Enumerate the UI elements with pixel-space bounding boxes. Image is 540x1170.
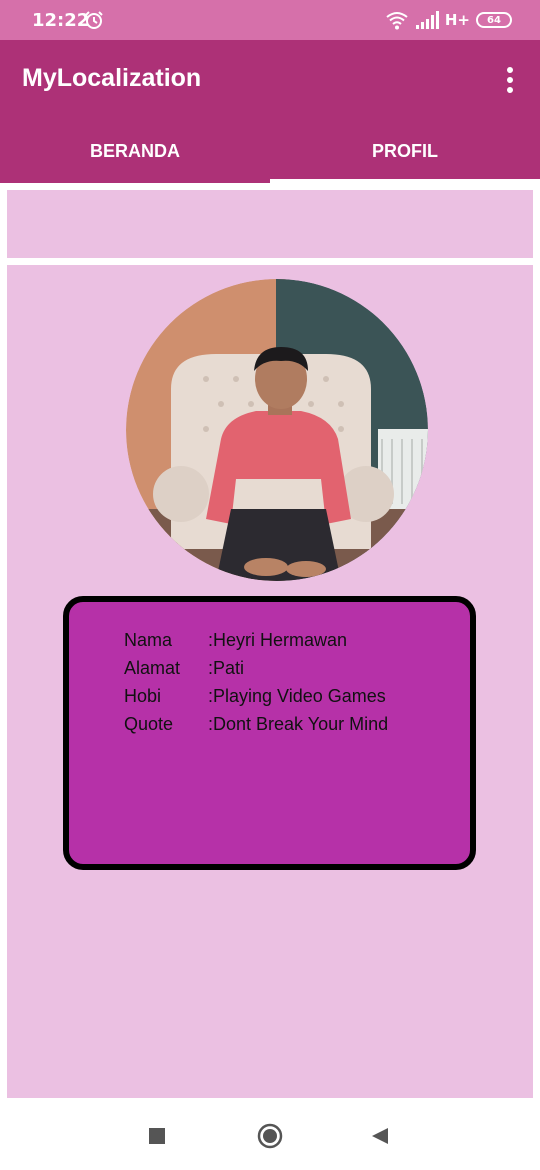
profile-photo: [126, 279, 428, 581]
info-row-quote: Quote :Dont Break Your Mind: [124, 710, 388, 738]
tab-profil[interactable]: PROFIL: [270, 120, 540, 183]
info-label: Hobi: [124, 685, 162, 706]
home-icon: [257, 1123, 283, 1149]
status-icons: H+ 64: [385, 9, 512, 31]
network-type-label: H+: [444, 11, 470, 29]
system-nav-bar: [0, 1098, 540, 1170]
info-value: :Heyri Hermawan: [208, 629, 348, 650]
info-value: :Pati: [208, 657, 245, 678]
info-value: :Dont Break Your Mind: [208, 713, 389, 734]
info-label: Quote: [124, 713, 174, 734]
profile-panel: Nama :Heyri Hermawan Alamat :Pati Hobi :…: [7, 265, 533, 1098]
status-time: 12:22: [32, 10, 90, 31]
profile-info-card: Nama :Heyri Hermawan Alamat :Pati Hobi :…: [63, 596, 476, 870]
top-panel: [7, 190, 533, 258]
home-button[interactable]: [256, 1122, 284, 1150]
info-label: Nama: [124, 629, 173, 650]
info-row-nama: Nama :Heyri Hermawan: [124, 626, 388, 654]
info-row-alamat: Alamat :Pati: [124, 654, 388, 682]
tab-bar: BERANDA PROFIL: [0, 120, 540, 183]
recent-apps-icon: [149, 1128, 165, 1144]
info-value: :Playing Video Games: [208, 685, 386, 706]
info-label: Alamat: [124, 657, 181, 678]
app-title: MyLocalization: [22, 64, 202, 92]
info-row-hobi: Hobi :Playing Video Games: [124, 682, 388, 710]
recent-apps-button[interactable]: [143, 1122, 171, 1150]
signal-icon: [415, 11, 439, 29]
app-bar: MyLocalization: [0, 40, 540, 120]
battery-icon: 64: [476, 12, 512, 28]
tab-beranda[interactable]: BERANDA: [0, 120, 270, 183]
alarm-icon: [85, 11, 103, 29]
status-bar: 12:22 H+ 64: [0, 0, 540, 40]
back-icon: [372, 1128, 388, 1144]
back-button[interactable]: [366, 1122, 394, 1150]
content-area: Nama :Heyri Hermawan Alamat :Pati Hobi :…: [0, 183, 540, 1098]
battery-level: 64: [487, 14, 501, 26]
profile-info-list: Nama :Heyri Hermawan Alamat :Pati Hobi :…: [124, 626, 388, 738]
wifi-icon: [386, 12, 408, 30]
overflow-menu-icon[interactable]: [498, 62, 522, 98]
